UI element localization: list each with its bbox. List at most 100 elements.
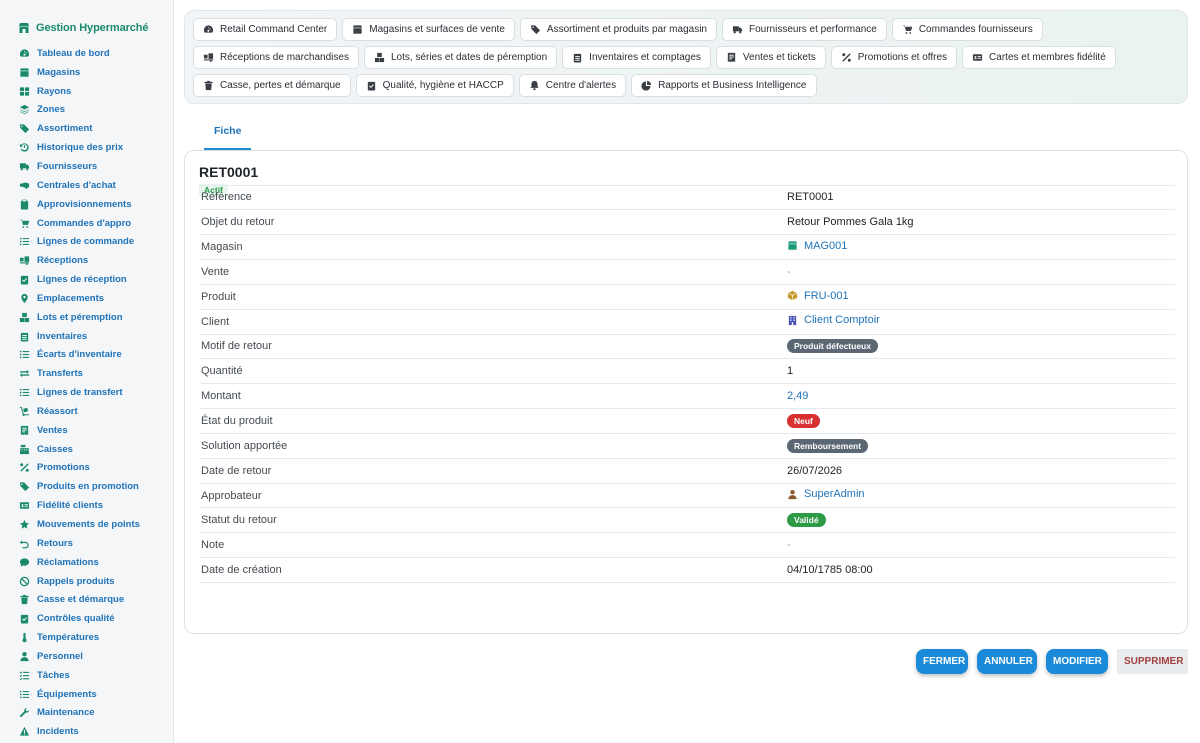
- nav-chip-fournisseurs-et-performance[interactable]: Fournisseurs et performance: [721, 18, 887, 41]
- record-link[interactable]: SuperAdmin: [787, 488, 865, 500]
- nav-chip-casse-pertes-et-demarque[interactable]: Casse, pertes et démarque: [193, 74, 351, 97]
- truck-icon: [19, 163, 30, 171]
- store-icon: [787, 241, 798, 251]
- sidebar-item-incidents[interactable]: Incidents: [0, 722, 173, 741]
- field-value-cell: 2,49: [787, 384, 1175, 409]
- field-label: Approbateur: [201, 489, 262, 502]
- sidebar-item-inventaires[interactable]: Inventaires: [0, 327, 173, 346]
- field-label: État du produit: [201, 415, 273, 428]
- sidebar-item-rappels-produits[interactable]: Rappels produits: [0, 572, 173, 591]
- nav-chip-inventaires-et-comptages[interactable]: Inventaires et comptages: [562, 46, 711, 69]
- sidebar-item-assortiment[interactable]: Assortiment: [0, 119, 173, 138]
- tab-fiche[interactable]: Fiche: [204, 118, 252, 150]
- record-link[interactable]: FRU-001: [787, 290, 849, 302]
- ban-icon: [19, 576, 30, 586]
- sidebar-item-label: Approvisionnements: [37, 198, 132, 210]
- sidebar-item-promotions[interactable]: Promotions: [0, 459, 173, 478]
- id-card-icon: [972, 54, 983, 61]
- record-link[interactable]: MAG001: [787, 240, 847, 252]
- sidebar-brand[interactable]: Gestion Hypermarché: [18, 18, 173, 38]
- sidebar-item-lots-et-peremption[interactable]: Lots et péremption: [0, 308, 173, 327]
- nav-chip-magasins-et-surfaces-de-vente[interactable]: Magasins et surfaces de vente: [342, 18, 515, 41]
- table-row: Client Client Comptoir: [199, 309, 1175, 335]
- sidebar-item-zones[interactable]: Zones: [0, 101, 173, 120]
- nav-chip-ventes-et-tickets[interactable]: Ventes et tickets: [715, 46, 826, 69]
- sidebar-item-temperatures[interactable]: Températures: [0, 628, 173, 647]
- nav-chip-retail-command-center[interactable]: Retail Command Center: [193, 18, 338, 41]
- sidebar-item-equipements[interactable]: Équipements: [0, 685, 173, 704]
- cancel-button[interactable]: ANNULER: [977, 649, 1037, 674]
- layers-icon: [19, 105, 30, 115]
- delete-button[interactable]: SUPPRIMER: [1117, 649, 1188, 674]
- sidebar-item-emplacements[interactable]: Emplacements: [0, 289, 173, 308]
- tab-bar: Fiche: [204, 118, 252, 150]
- sidebar-item-produits-en-promotion[interactable]: Produits en promotion: [0, 477, 173, 496]
- list-icon: [19, 690, 30, 698]
- field-value-cell: 1: [787, 359, 1175, 384]
- field-value-cell: FRU-001: [787, 284, 1175, 309]
- field-value-cell: -: [787, 260, 1175, 285]
- field-value: RET0001: [787, 191, 834, 204]
- sidebar-item-lignes-de-commande[interactable]: Lignes de commande: [0, 232, 173, 251]
- close-button[interactable]: FERMER: [916, 649, 968, 674]
- sidebar-item-transferts[interactable]: Transferts: [0, 364, 173, 383]
- nav-chip-assortiment-et-produits-par-magasin[interactable]: Assortiment et produits par magasin: [519, 18, 717, 41]
- record-link[interactable]: Client Comptoir: [787, 314, 880, 326]
- field-value-cell: Validé: [787, 508, 1175, 533]
- table-row: Produit FRU-001: [199, 284, 1175, 310]
- sidebar-item-receptions[interactable]: Réceptions: [0, 251, 173, 270]
- grid-icon: [19, 86, 30, 96]
- wrench-icon: [19, 708, 29, 718]
- field-label: Magasin: [201, 241, 243, 254]
- sidebar-item-reclamations[interactable]: Réclamations: [0, 553, 173, 572]
- sidebar-item-caisses[interactable]: Caisses: [0, 440, 173, 459]
- record-details: Référence RET0001 Objet du retour Retour Po…: [199, 185, 1175, 583]
- field-value-cell: RET0001: [787, 185, 1175, 210]
- sidebar-item-retours[interactable]: Retours: [0, 534, 173, 553]
- sidebar-item-label: Caisses: [37, 443, 73, 455]
- nav-chip-qualite-hygiene-et-haccp[interactable]: Qualité, hygiène et HACCP: [355, 74, 514, 97]
- sidebar-item-commandes-d-appro[interactable]: Commandes d'appro: [0, 214, 173, 233]
- table-row: Objet du retour Retour Pommes Gala 1kg: [199, 210, 1175, 235]
- sidebar-item-label: Contrôles qualité: [37, 613, 115, 625]
- field-value: Retour Pommes Gala 1kg: [787, 216, 914, 229]
- field-label: Date de retour: [201, 464, 272, 477]
- sidebar-item-centrales-d-achat[interactable]: Centrales d'achat: [0, 176, 173, 195]
- undo-icon: [19, 540, 29, 549]
- sidebar-item-fournisseurs[interactable]: Fournisseurs: [0, 157, 173, 176]
- nav-chip-promotions-et-offres[interactable]: Promotions et offres: [830, 46, 958, 69]
- sidebar-item-label: Inventaires: [37, 330, 88, 342]
- nav-chip-label: Centre d'alertes: [545, 80, 617, 91]
- sidebar-item-tableau-de-bord[interactable]: Tableau de bord: [0, 44, 173, 63]
- field-label: Montant: [201, 390, 241, 403]
- sidebar-item-lignes-de-transfert[interactable]: Lignes de transfert: [0, 383, 173, 402]
- building-icon: [788, 315, 797, 325]
- nav-chip-commandes-fournisseurs[interactable]: Commandes fournisseurs: [891, 18, 1043, 41]
- nav-chip-receptions-de-marchandises[interactable]: Réceptions de marchandises: [193, 46, 359, 69]
- sidebar-item-lignes-de-reception[interactable]: Lignes de réception: [0, 270, 173, 289]
- edit-button[interactable]: MODIFIER: [1046, 649, 1108, 674]
- field-value-cell: -: [787, 533, 1175, 558]
- list-icon: [19, 238, 30, 246]
- nav-chip-centre-d-alertes[interactable]: Centre d'alertes: [518, 74, 627, 97]
- sidebar-item-historique-des-prix[interactable]: Historique des prix: [0, 138, 173, 157]
- sidebar-item-label: Températures: [37, 632, 100, 644]
- sidebar-item-ventes[interactable]: Ventes: [0, 421, 173, 440]
- sidebar-menu: Tableau de bord Magasins Rayons Zones Assort…: [0, 44, 173, 741]
- sidebar-item-mouvements-de-points[interactable]: Mouvements de points: [0, 515, 173, 534]
- top-navigation: Retail Command Center Magasins et surface…: [184, 10, 1188, 104]
- sidebar-item-controles-qualite[interactable]: Contrôles qualité: [0, 609, 173, 628]
- comment-icon: [19, 558, 30, 567]
- sidebar-item-ecarts-d-inventaire[interactable]: Écarts d'inventaire: [0, 346, 173, 365]
- sidebar-item-maintenance[interactable]: Maintenance: [0, 704, 173, 723]
- sidebar-item-magasins[interactable]: Magasins: [0, 63, 173, 82]
- sidebar-item-casse-et-demarque[interactable]: Casse et démarque: [0, 590, 173, 609]
- sidebar-item-rayons[interactable]: Rayons: [0, 82, 173, 101]
- nav-chip-cartes-et-membres-fidelite[interactable]: Cartes et membres fidélité: [962, 46, 1116, 69]
- sidebar-item-reassort[interactable]: Réassort: [0, 402, 173, 421]
- sidebar-item-label: Réassort: [37, 405, 78, 417]
- sidebar-item-fidelite-clients[interactable]: Fidélité clients: [0, 496, 173, 515]
- nav-chip-lots-series-et-dates-de-peremption[interactable]: Lots, séries et dates de péremption: [363, 46, 558, 69]
- nav-chip-rapports-et-business-intelligence[interactable]: Rapports et Business Intelligence: [631, 74, 817, 97]
- sidebar-item-approvisionnements[interactable]: Approvisionnements: [0, 195, 173, 214]
